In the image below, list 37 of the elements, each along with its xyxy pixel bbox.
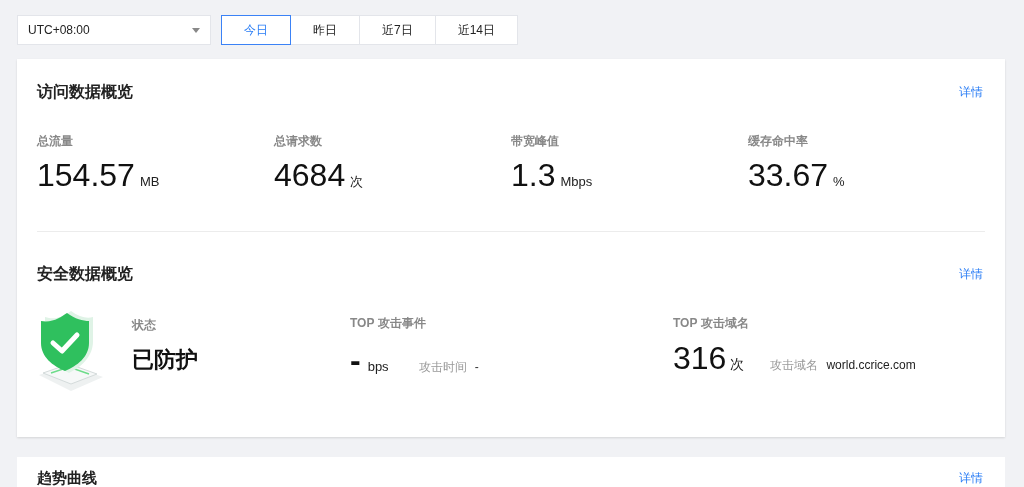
metric-value: 4684 <box>274 156 346 194</box>
details-link[interactable]: 详情 <box>959 470 983 486</box>
section-title: 安全数据概览 <box>37 264 133 284</box>
metric-label: TOP 攻击域名 <box>673 315 750 332</box>
caret-icon <box>192 27 200 33</box>
metric-unit: % <box>833 173 845 191</box>
metric-value: - <box>350 342 361 378</box>
attack-time-label: 攻击时间 <box>418 359 467 376</box>
attack-time-value: - <box>474 359 479 376</box>
metric-unit: Mbps <box>560 173 593 191</box>
section-title: 访问数据概览 <box>37 82 133 102</box>
metric-label: 总请求数 <box>274 133 323 150</box>
status-value: 已防护 <box>132 346 199 374</box>
date-range-tab[interactable]: 昨日 <box>290 15 360 45</box>
date-range-tab[interactable]: 近7日 <box>359 15 436 45</box>
status-label: 状态 <box>132 317 157 334</box>
timezone-select[interactable]: UTC+08:00 <box>17 15 211 45</box>
metric-label: 缓存命中率 <box>748 133 809 150</box>
metric-value: 33.67 <box>748 156 829 194</box>
metric-label: TOP 攻击事件 <box>350 315 427 332</box>
attack-domain-value: world.ccrice.com <box>826 357 916 374</box>
details-link[interactable]: 详情 <box>959 265 983 283</box>
metric-unit: bps <box>367 358 389 376</box>
metric-value: 316 <box>673 340 727 376</box>
details-link[interactable]: 详情 <box>959 83 983 101</box>
metric-unit: MB <box>139 173 160 191</box>
metric-value: 154.57 <box>37 156 135 194</box>
metric-unit: 次 <box>730 355 745 374</box>
metric-unit: 次 <box>350 173 364 191</box>
timezone-value: UTC+08:00 <box>28 22 90 39</box>
date-range-tab[interactable]: 今日 <box>221 15 291 45</box>
metric-label: 总流量 <box>37 133 74 150</box>
metric-label: 带宽峰值 <box>511 133 560 150</box>
attack-domain-label: 攻击域名 <box>770 357 819 374</box>
metric-value: 1.3 <box>511 156 556 194</box>
date-range-tab[interactable]: 近14日 <box>434 15 519 45</box>
section-title: 趋势曲线 <box>37 470 97 486</box>
